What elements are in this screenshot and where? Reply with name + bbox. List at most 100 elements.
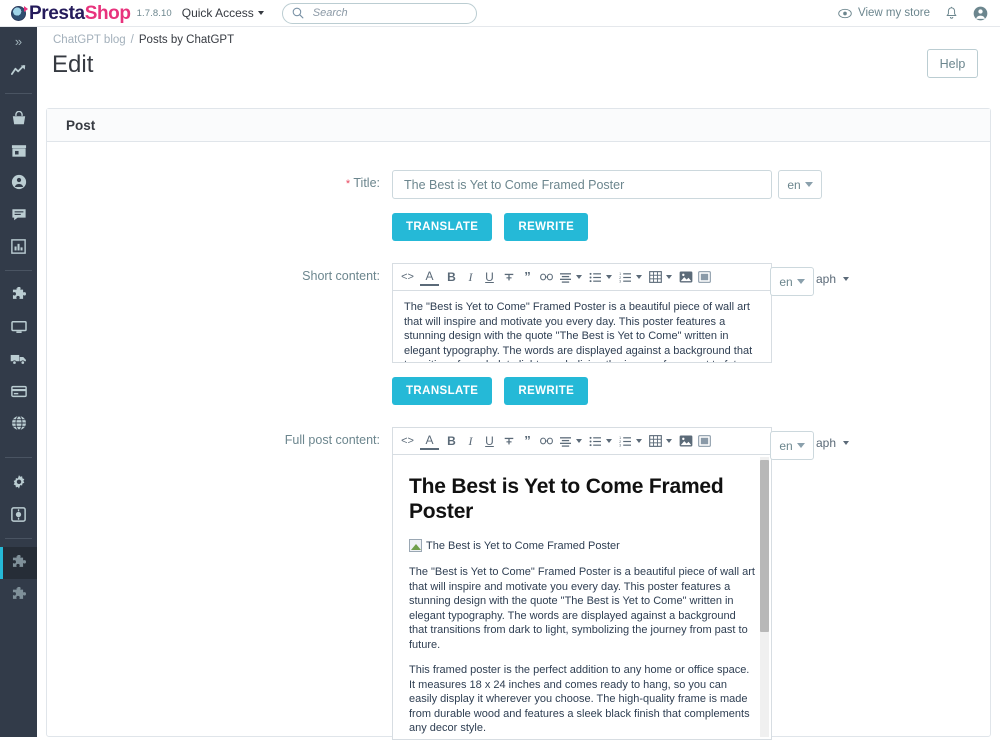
prestashop-logo[interactable]: PrestaShop bbox=[11, 4, 131, 23]
truck-icon bbox=[10, 352, 27, 366]
align-icon[interactable] bbox=[556, 266, 575, 288]
short-content-translate-button[interactable]: TRANSLATE bbox=[392, 377, 493, 405]
underline-icon[interactable]: U bbox=[480, 266, 499, 288]
prestashop-mascot-icon bbox=[11, 5, 28, 21]
search-box[interactable] bbox=[281, 2, 477, 24]
sidebar-collapse-toggle[interactable]: » bbox=[0, 27, 37, 56]
sidebar-item-catalog[interactable] bbox=[0, 134, 37, 166]
title-input[interactable] bbox=[392, 170, 772, 199]
short-content-row: Short content: <> A B I U ” 1 2 3 The "B… bbox=[47, 263, 990, 405]
breadcrumb-parent[interactable]: ChatGPT blog bbox=[53, 34, 126, 46]
breadcrumb: ChatGPT blog / Posts by ChatGPT bbox=[37, 27, 1000, 46]
strikethrough-icon[interactable] bbox=[499, 430, 518, 452]
bullet-list-dropdown-icon[interactable] bbox=[606, 275, 612, 279]
title-rewrite-button[interactable]: REWRITE bbox=[504, 213, 589, 241]
table-icon[interactable] bbox=[646, 266, 665, 288]
eye-icon bbox=[838, 8, 852, 19]
sidebar-item-chatgpt-blog[interactable] bbox=[0, 547, 37, 579]
image-icon[interactable] bbox=[676, 266, 695, 288]
sidebar-item-international[interactable] bbox=[0, 407, 37, 439]
chevron-down-icon bbox=[804, 182, 813, 187]
full-editor-toolbar: <> A B I U ” 1 2 3 bbox=[392, 427, 772, 454]
bold-icon[interactable]: B bbox=[442, 430, 461, 452]
align-dropdown-icon[interactable] bbox=[576, 275, 582, 279]
brand-name: PrestaShop bbox=[29, 4, 131, 23]
required-marker: * bbox=[345, 178, 351, 190]
full-content-textarea[interactable]: The Best is Yet to Come Framed Poster Th… bbox=[392, 454, 772, 740]
view-my-store-link[interactable]: View my store bbox=[838, 7, 930, 19]
sidebar-item-modules[interactable] bbox=[0, 279, 37, 311]
monitor-icon bbox=[10, 320, 27, 334]
short-content-language-selector[interactable]: en bbox=[770, 267, 814, 296]
full-paragraph-label: aph bbox=[816, 436, 837, 450]
sidebar-item-design[interactable] bbox=[0, 311, 37, 343]
italic-icon[interactable]: I bbox=[461, 266, 480, 288]
title-language-selector[interactable]: en bbox=[778, 170, 822, 199]
user-account-icon[interactable] bbox=[973, 6, 988, 21]
notifications-bell-icon[interactable] bbox=[945, 6, 958, 21]
strikethrough-icon[interactable] bbox=[499, 266, 518, 288]
help-button[interactable]: Help bbox=[927, 49, 978, 78]
sidebar-item-dashboard[interactable] bbox=[0, 56, 37, 85]
blockquote-icon[interactable]: ” bbox=[518, 266, 537, 288]
short-content-rewrite-button[interactable]: REWRITE bbox=[504, 377, 589, 405]
numbered-list-icon[interactable]: 123 bbox=[616, 266, 635, 288]
sidebar-item-customer-service[interactable] bbox=[0, 198, 37, 230]
bullet-list-dropdown-icon[interactable] bbox=[606, 439, 612, 443]
gear-icon bbox=[11, 474, 27, 490]
numbered-list-dropdown-icon[interactable] bbox=[636, 439, 642, 443]
bullet-list-icon[interactable] bbox=[586, 430, 605, 452]
text-color-icon[interactable]: A bbox=[420, 269, 439, 286]
numbered-list-icon[interactable]: 123 bbox=[616, 430, 635, 452]
short-content-textarea[interactable]: The "Best is Yet to Come" Framed Poster … bbox=[392, 290, 772, 363]
numbered-list-dropdown-icon[interactable] bbox=[636, 275, 642, 279]
short-content-label: Short content: bbox=[302, 269, 380, 283]
bar-chart-icon bbox=[11, 238, 26, 254]
search-input[interactable] bbox=[310, 6, 467, 20]
person-circle-icon bbox=[11, 174, 27, 190]
media-icon[interactable] bbox=[695, 430, 714, 452]
align-icon[interactable] bbox=[556, 430, 575, 452]
bullet-list-icon[interactable] bbox=[586, 266, 605, 288]
title-field-wrap: en TRANSLATE REWRITE bbox=[392, 170, 990, 241]
sidebar-item-shipping[interactable] bbox=[0, 343, 37, 375]
image-icon[interactable] bbox=[676, 430, 695, 452]
table-dropdown-icon[interactable] bbox=[666, 439, 672, 443]
link-icon[interactable] bbox=[537, 266, 556, 288]
text-color-icon[interactable]: A bbox=[420, 433, 439, 450]
italic-icon[interactable]: I bbox=[461, 430, 480, 452]
double-chevron-right-icon: » bbox=[14, 34, 23, 49]
editor-scrollbar-thumb[interactable] bbox=[760, 460, 769, 632]
align-dropdown-icon[interactable] bbox=[576, 439, 582, 443]
top-header: PrestaShop 1.7.8.10 Quick Access View my… bbox=[0, 0, 1000, 27]
view-my-store-label: View my store bbox=[857, 7, 930, 19]
sidebar-item-orders[interactable] bbox=[0, 102, 37, 134]
scrollbar-up-arrow[interactable] bbox=[760, 454, 769, 455]
sidebar-item-advanced-parameters[interactable] bbox=[0, 498, 37, 530]
sidebar-item-shop-parameters[interactable] bbox=[0, 466, 37, 498]
short-content-language-label: en bbox=[779, 274, 793, 289]
source-code-icon[interactable]: <> bbox=[398, 266, 417, 288]
table-dropdown-icon[interactable] bbox=[666, 275, 672, 279]
media-icon[interactable] bbox=[695, 266, 714, 288]
quick-access-menu[interactable]: Quick Access bbox=[182, 6, 264, 20]
quick-access-label: Quick Access bbox=[181, 6, 254, 20]
short-paragraph-format-selector[interactable]: aph bbox=[816, 272, 853, 286]
title-label: * Title: bbox=[47, 170, 392, 241]
sidebar-item-stats[interactable] bbox=[0, 230, 37, 262]
table-icon[interactable] bbox=[646, 430, 665, 452]
full-content-language-selector[interactable]: en bbox=[770, 431, 814, 460]
blockquote-icon[interactable]: ” bbox=[518, 430, 537, 452]
sidebar-item-payment[interactable] bbox=[0, 375, 37, 407]
sidebar-item-customers[interactable] bbox=[0, 166, 37, 198]
bold-icon[interactable]: B bbox=[442, 266, 461, 288]
link-icon[interactable] bbox=[537, 430, 556, 452]
full-content-heading: The Best is Yet to Come Framed Poster bbox=[409, 475, 724, 523]
underline-icon[interactable]: U bbox=[480, 430, 499, 452]
title-translate-button[interactable]: TRANSLATE bbox=[392, 213, 493, 241]
source-code-icon[interactable]: <> bbox=[398, 430, 417, 452]
svg-text:3: 3 bbox=[619, 279, 621, 283]
sidebar-item-extra-module[interactable] bbox=[0, 579, 37, 611]
short-content-paragraph: The "Best is Yet to Come" Framed Poster … bbox=[404, 301, 756, 362]
full-paragraph-format-selector[interactable]: aph bbox=[816, 436, 853, 450]
